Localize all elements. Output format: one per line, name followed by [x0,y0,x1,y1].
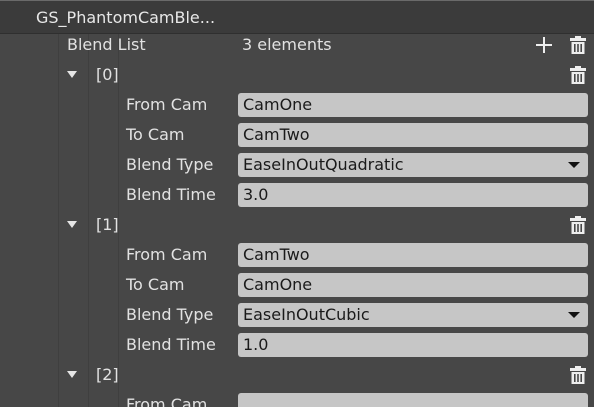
to-cam-row: To Cam CamTwo [0,120,594,150]
trash-icon [570,36,586,54]
element-index: [2] [96,365,119,384]
blend-type-value: EaseInOutQuadratic [243,155,404,174]
collapse-arrow-icon[interactable] [67,371,77,378]
trash-icon [570,366,586,384]
to-cam-row: To Cam CamOne [0,270,594,300]
blend-type-dropdown[interactable]: EaseInOutQuadratic [238,153,588,177]
blend-type-value: EaseInOutCubic [243,305,370,324]
blend-type-dropdown[interactable]: EaseInOutCubic [238,303,588,327]
property-panel: GS_PhantomCamBle... Blend List 3 element… [0,0,594,407]
remove-element-button[interactable] [569,366,587,384]
from-cam-label: From Cam [126,245,208,264]
trash-icon [570,216,586,234]
blend-type-row: Blend Type EaseInOutCubic [0,300,594,330]
blend-time-field[interactable]: 3.0 [238,183,588,207]
blend-time-field[interactable]: 1.0 [238,333,588,357]
to-cam-label: To Cam [126,275,185,294]
dropdown-arrow-icon [568,162,580,168]
from-cam-row: From Cam CamOne [0,90,594,120]
from-cam-field[interactable]: CamOne [238,93,588,117]
collapse-arrow-icon[interactable] [67,221,77,228]
blend-type-row: Blend Type EaseInOutQuadratic [0,150,594,180]
component-header[interactable]: GS_PhantomCamBle... [0,0,594,34]
blend-list-label: Blend List [67,35,146,54]
blend-type-label: Blend Type [126,305,214,324]
from-cam-label: From Cam [126,95,208,114]
blend-list-row: Blend List 3 elements [0,30,594,60]
trash-icon [570,66,586,84]
to-cam-field[interactable]: CamTwo [238,123,588,147]
element-header-2: [2] [0,360,594,390]
from-cam-row: From Cam [0,390,594,407]
blend-time-label: Blend Time [126,185,216,204]
clear-list-button[interactable] [569,36,587,54]
dropdown-arrow-icon [568,312,580,318]
to-cam-label: To Cam [126,125,185,144]
blend-time-label: Blend Time [126,335,216,354]
blend-time-row: Blend Time 1.0 [0,330,594,360]
from-cam-field[interactable]: CamTwo [238,243,588,267]
remove-element-button[interactable] [569,66,587,84]
component-title: GS_PhantomCamBle... [36,8,216,27]
from-cam-field[interactable] [238,393,588,407]
blend-type-label: Blend Type [126,155,214,174]
element-header-1: [1] [0,210,594,240]
to-cam-field[interactable]: CamOne [238,273,588,297]
from-cam-label: From Cam [126,395,208,407]
remove-element-button[interactable] [569,216,587,234]
collapse-arrow-icon[interactable] [67,71,77,78]
element-header-0: [0] [0,60,594,90]
add-element-button[interactable] [535,36,553,54]
element-index: [0] [96,65,119,84]
element-count: 3 elements [242,35,332,54]
plus-icon [536,37,552,53]
from-cam-row: From Cam CamTwo [0,240,594,270]
blend-time-row: Blend Time 3.0 [0,180,594,210]
element-index: [1] [96,215,119,234]
